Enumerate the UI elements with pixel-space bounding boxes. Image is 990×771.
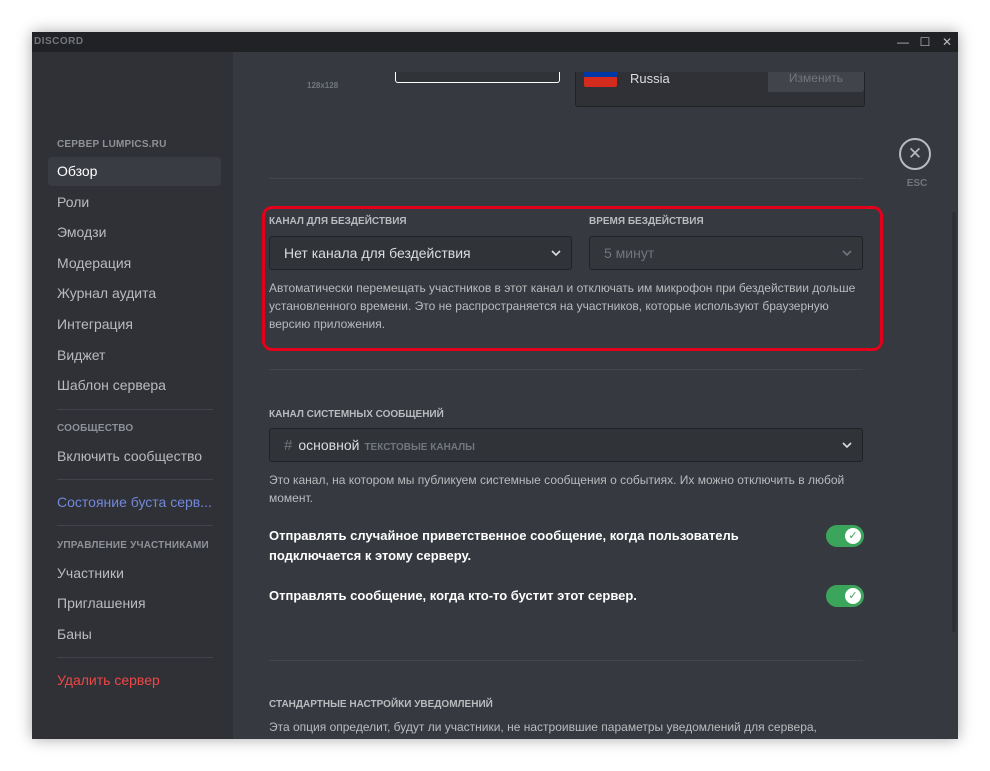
content-scrollbar[interactable] <box>952 212 956 632</box>
window-controls: — ☐ ✕ <box>892 32 958 52</box>
region-name: Russia <box>630 71 670 86</box>
check-icon: ✓ <box>845 528 861 544</box>
sidebar-divider <box>57 657 213 658</box>
check-icon: ✓ <box>845 588 861 604</box>
settings-sidebar: СЕРВЕР LUMPICS.RU Обзор Роли Эмодзи Моде… <box>32 52 233 739</box>
change-region-button[interactable]: Изменить <box>768 72 864 92</box>
hash-icon: # <box>284 437 293 454</box>
system-messages-header: КАНАЛ СИСТЕМНЫХ СООБЩЕНИЙ <box>269 409 444 420</box>
sidebar-item-roles[interactable]: Роли <box>48 188 221 217</box>
system-channel-name: основной <box>298 437 360 453</box>
default-notifications-description: Эта опция определит, будут ли участники,… <box>269 720 817 739</box>
sidebar-item-bans[interactable]: Баны <box>48 620 221 649</box>
sidebar-divider <box>57 479 213 480</box>
minimize-icon[interactable]: — <box>892 32 914 52</box>
server-name-input[interactable] <box>395 72 560 83</box>
section-divider <box>269 369 863 370</box>
app-brand: DISCORD <box>34 36 84 47</box>
sidebar-header-community: СООБЩЕСТВО <box>57 423 134 434</box>
boost-message-toggle-label: Отправлять сообщение, когда кто-то бусти… <box>269 588 637 603</box>
sidebar-item-server-template[interactable]: Шаблон сервера <box>48 371 221 400</box>
sidebar-item-members[interactable]: Участники <box>48 559 221 588</box>
avatar-size-caption: 128x128 <box>307 81 339 90</box>
welcome-message-toggle-label: Отправлять случайное приветственное сооб… <box>269 528 739 563</box>
sidebar-item-integrations[interactable]: Интеграция <box>48 310 221 339</box>
sidebar-item-overview[interactable]: Обзор <box>48 157 221 186</box>
section-divider <box>269 660 863 661</box>
default-notifications-header: СТАНДАРТНЫЕ НАСТРОЙКИ УВЕДОМЛЕНИЙ <box>269 699 493 710</box>
sidebar-item-boost-status[interactable]: Состояние буста серв... <box>48 488 221 517</box>
welcome-message-toggle[interactable]: ✓ <box>826 525 864 547</box>
sidebar-header-member-management: УПРАВЛЕНИЕ УЧАСТНИКАМИ <box>57 540 209 551</box>
discord-window: DISCORD — ☐ ✕ СЕРВЕР LUMPICS.RU Обзор Ро… <box>32 32 958 739</box>
sidebar-item-enable-community[interactable]: Включить сообщество <box>48 442 221 471</box>
system-channel-category: ТЕКСТОВЫЕ КАНАЛЫ <box>364 442 475 453</box>
close-settings-icon[interactable]: ✕ <box>899 138 931 170</box>
server-region-box: Russia Изменить <box>575 72 865 107</box>
sidebar-item-emoji[interactable]: Эмодзи <box>48 218 221 247</box>
close-window-icon[interactable]: ✕ <box>936 32 958 52</box>
maximize-icon[interactable]: ☐ <box>914 32 936 52</box>
section-divider <box>269 178 863 179</box>
sidebar-item-widget[interactable]: Виджет <box>48 341 221 370</box>
boost-message-toggle[interactable]: ✓ <box>826 585 864 607</box>
sidebar-item-delete-server[interactable]: Удалить сервер <box>48 666 221 695</box>
annotation-highlight-box <box>262 206 883 351</box>
russia-flag-icon <box>584 72 617 87</box>
sidebar-item-audit-log[interactable]: Журнал аудита <box>48 279 221 308</box>
sidebar-item-moderation[interactable]: Модерация <box>48 249 221 278</box>
sidebar-divider <box>57 525 213 526</box>
esc-label: ESC <box>906 178 928 189</box>
settings-content: 128x128 Russia Изменить ✕ ESC КАНАЛ ДЛЯ … <box>233 52 958 739</box>
chevron-down-icon <box>842 442 852 449</box>
system-messages-description: Это канал, на котором мы публикуем систе… <box>269 473 845 505</box>
sidebar-item-invites[interactable]: Приглашения <box>48 589 221 618</box>
sidebar-header-server: СЕРВЕР LUMPICS.RU <box>57 139 167 150</box>
sidebar-divider <box>57 409 213 410</box>
system-channel-select[interactable]: # основной ТЕКСТОВЫЕ КАНАЛЫ <box>269 428 863 462</box>
title-bar: DISCORD — ☐ ✕ <box>32 32 958 52</box>
